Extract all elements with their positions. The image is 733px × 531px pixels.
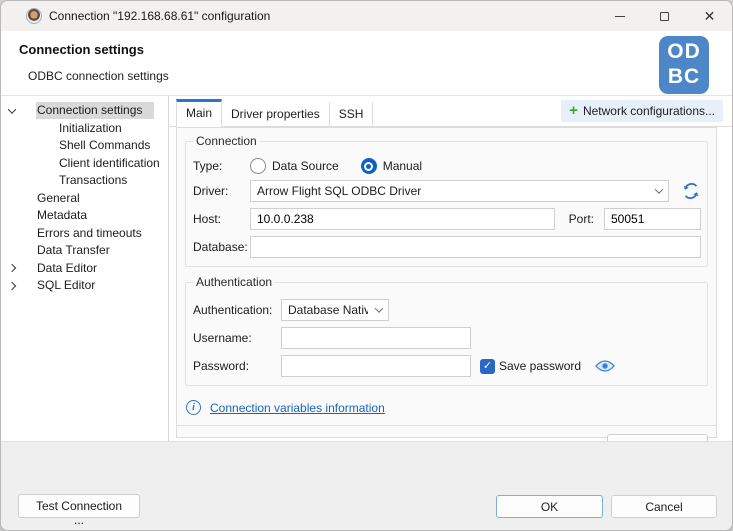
tab-bar: Main Driver properties SSH + Network con… (169, 96, 732, 127)
minimize-icon (615, 16, 625, 17)
connection-group-legend: Connection (193, 134, 260, 148)
radio-manual[interactable]: Manual (361, 158, 422, 174)
tab-main[interactable]: Main (176, 99, 222, 127)
main-tab-panel: Connection Type: Data Source Manual (176, 127, 717, 438)
type-row: Type: Data Source Manual (193, 158, 701, 174)
minimize-button[interactable] (597, 1, 642, 31)
odbc-logo: OD BC (659, 36, 709, 94)
sidebar-item-transactions[interactable]: Transactions (1, 172, 168, 190)
chevron-down-icon[interactable] (1, 108, 23, 114)
network-configurations-button[interactable]: + Network configurations... (561, 100, 723, 122)
type-label: Type: (193, 159, 250, 173)
save-password-label: Save password (499, 359, 581, 373)
sidebar-item-label: Errors and timeouts (36, 225, 147, 242)
sidebar-item-label: Shell Commands (58, 137, 155, 154)
plus-icon: + (569, 106, 578, 116)
username-row: Username: (193, 327, 701, 349)
sidebar-item-label: SQL Editor (36, 277, 100, 294)
host-label: Host: (193, 212, 250, 226)
app-icon (26, 8, 42, 24)
authentication-row: Authentication: Database Native (193, 299, 701, 321)
radio-checked-icon[interactable] (361, 158, 377, 174)
sidebar-item-label: Metadata (36, 207, 92, 224)
connection-group: Connection Type: Data Source Manual (185, 134, 708, 267)
sidebar-item-label: Client identification (58, 155, 165, 172)
window-title: Connection "192.168.68.61" configuration (49, 9, 270, 23)
variables-info-row: i Connection variables information (186, 400, 708, 415)
sidebar-item-metadata[interactable]: Metadata (1, 207, 168, 225)
tab-ssh[interactable]: SSH (330, 102, 374, 127)
sidebar-item-errors-and-timeouts[interactable]: Errors and timeouts (1, 225, 168, 243)
settings-tree: Connection settings Initialization Shell… (1, 96, 169, 441)
sidebar-item-shell-commands[interactable]: Shell Commands (1, 137, 168, 155)
close-button[interactable]: ✕ (687, 1, 732, 31)
save-password-checkbox[interactable]: ✓ Save password (480, 359, 581, 374)
chevron-down-icon (655, 185, 663, 193)
database-row: Database: (193, 236, 701, 258)
radio-unchecked-icon[interactable] (250, 158, 266, 174)
connection-variables-link[interactable]: Connection variables information (210, 401, 385, 415)
password-label: Password: (193, 359, 281, 373)
main-area: Main Driver properties SSH + Network con… (169, 96, 732, 441)
sidebar-item-label: Connection settings (36, 102, 154, 119)
driver-label: Driver: (193, 184, 250, 198)
sidebar-item-client-identification[interactable]: Client identification (1, 155, 168, 173)
port-label: Port: (569, 212, 594, 226)
sidebar-item-data-editor[interactable]: Data Editor (1, 260, 168, 278)
sidebar-item-connection-settings[interactable]: Connection settings (1, 102, 168, 120)
driver-refresh-icon[interactable] (681, 181, 701, 201)
username-label: Username: (193, 331, 281, 345)
port-input[interactable] (604, 208, 701, 230)
odbc-logo-line1: OD (659, 40, 709, 65)
database-label: Database: (193, 240, 250, 254)
info-icon: i (186, 400, 201, 415)
sidebar-item-label: Data Editor (36, 260, 102, 277)
radio-data-source[interactable]: Data Source (250, 158, 339, 174)
sidebar-item-label: General (36, 190, 85, 207)
password-row: Password: ✓ Save password (193, 355, 701, 377)
show-password-eye-icon[interactable] (595, 359, 615, 373)
checkbox-checked-icon[interactable]: ✓ (480, 359, 495, 374)
chevron-right-icon[interactable] (1, 265, 23, 271)
authentication-select[interactable]: Database Native (281, 299, 389, 321)
tab-driver-properties[interactable]: Driver properties (222, 102, 330, 127)
database-input[interactable] (250, 236, 701, 258)
password-input[interactable] (281, 355, 471, 377)
odbc-logo-line2: BC (659, 65, 709, 90)
close-icon: ✕ (704, 9, 716, 23)
sidebar-item-label: Initialization (58, 120, 127, 137)
authentication-label: Authentication: (193, 303, 281, 317)
authentication-select-value: Database Native (288, 303, 368, 317)
connection-configuration-dialog: Connection "192.168.68.61" configuration… (0, 0, 733, 531)
username-input[interactable] (281, 327, 471, 349)
sidebar-item-sql-editor[interactable]: SQL Editor (1, 277, 168, 295)
ok-button[interactable]: OK (496, 495, 603, 518)
authentication-group-legend: Authentication (193, 275, 275, 289)
test-connection-button[interactable]: Test Connection ... (18, 494, 140, 518)
page-subtitle: ODBC connection settings (28, 69, 169, 83)
sidebar-item-label: Transactions (58, 172, 132, 189)
host-input[interactable] (250, 208, 555, 230)
cancel-button[interactable]: Cancel (611, 495, 717, 518)
network-configurations-label: Network configurations... (583, 104, 715, 118)
driver-row: Driver: Arrow Flight SQL ODBC Driver (193, 180, 701, 202)
sidebar-item-data-transfer[interactable]: Data Transfer (1, 242, 168, 260)
dialog-header: Connection settings ODBC connection sett… (1, 31, 732, 96)
driver-select[interactable]: Arrow Flight SQL ODBC Driver (250, 180, 669, 202)
host-row: Host: Port: (193, 208, 701, 230)
sidebar-item-initialization[interactable]: Initialization (1, 120, 168, 138)
titlebar: Connection "192.168.68.61" configuration… (1, 1, 732, 31)
radio-data-source-label: Data Source (272, 159, 339, 173)
maximize-button[interactable] (642, 1, 687, 31)
radio-manual-label: Manual (383, 159, 422, 173)
authentication-group: Authentication Authentication: Database … (185, 275, 708, 386)
page-title: Connection settings (19, 42, 144, 57)
chevron-right-icon[interactable] (1, 283, 23, 289)
sidebar-item-label: Data Transfer (36, 242, 115, 259)
chevron-down-icon (375, 304, 383, 312)
sidebar-item-general[interactable]: General (1, 190, 168, 208)
maximize-icon (660, 12, 669, 21)
dialog-footer: Test Connection ... OK Cancel (1, 441, 732, 531)
driver-select-value: Arrow Flight SQL ODBC Driver (257, 184, 648, 198)
